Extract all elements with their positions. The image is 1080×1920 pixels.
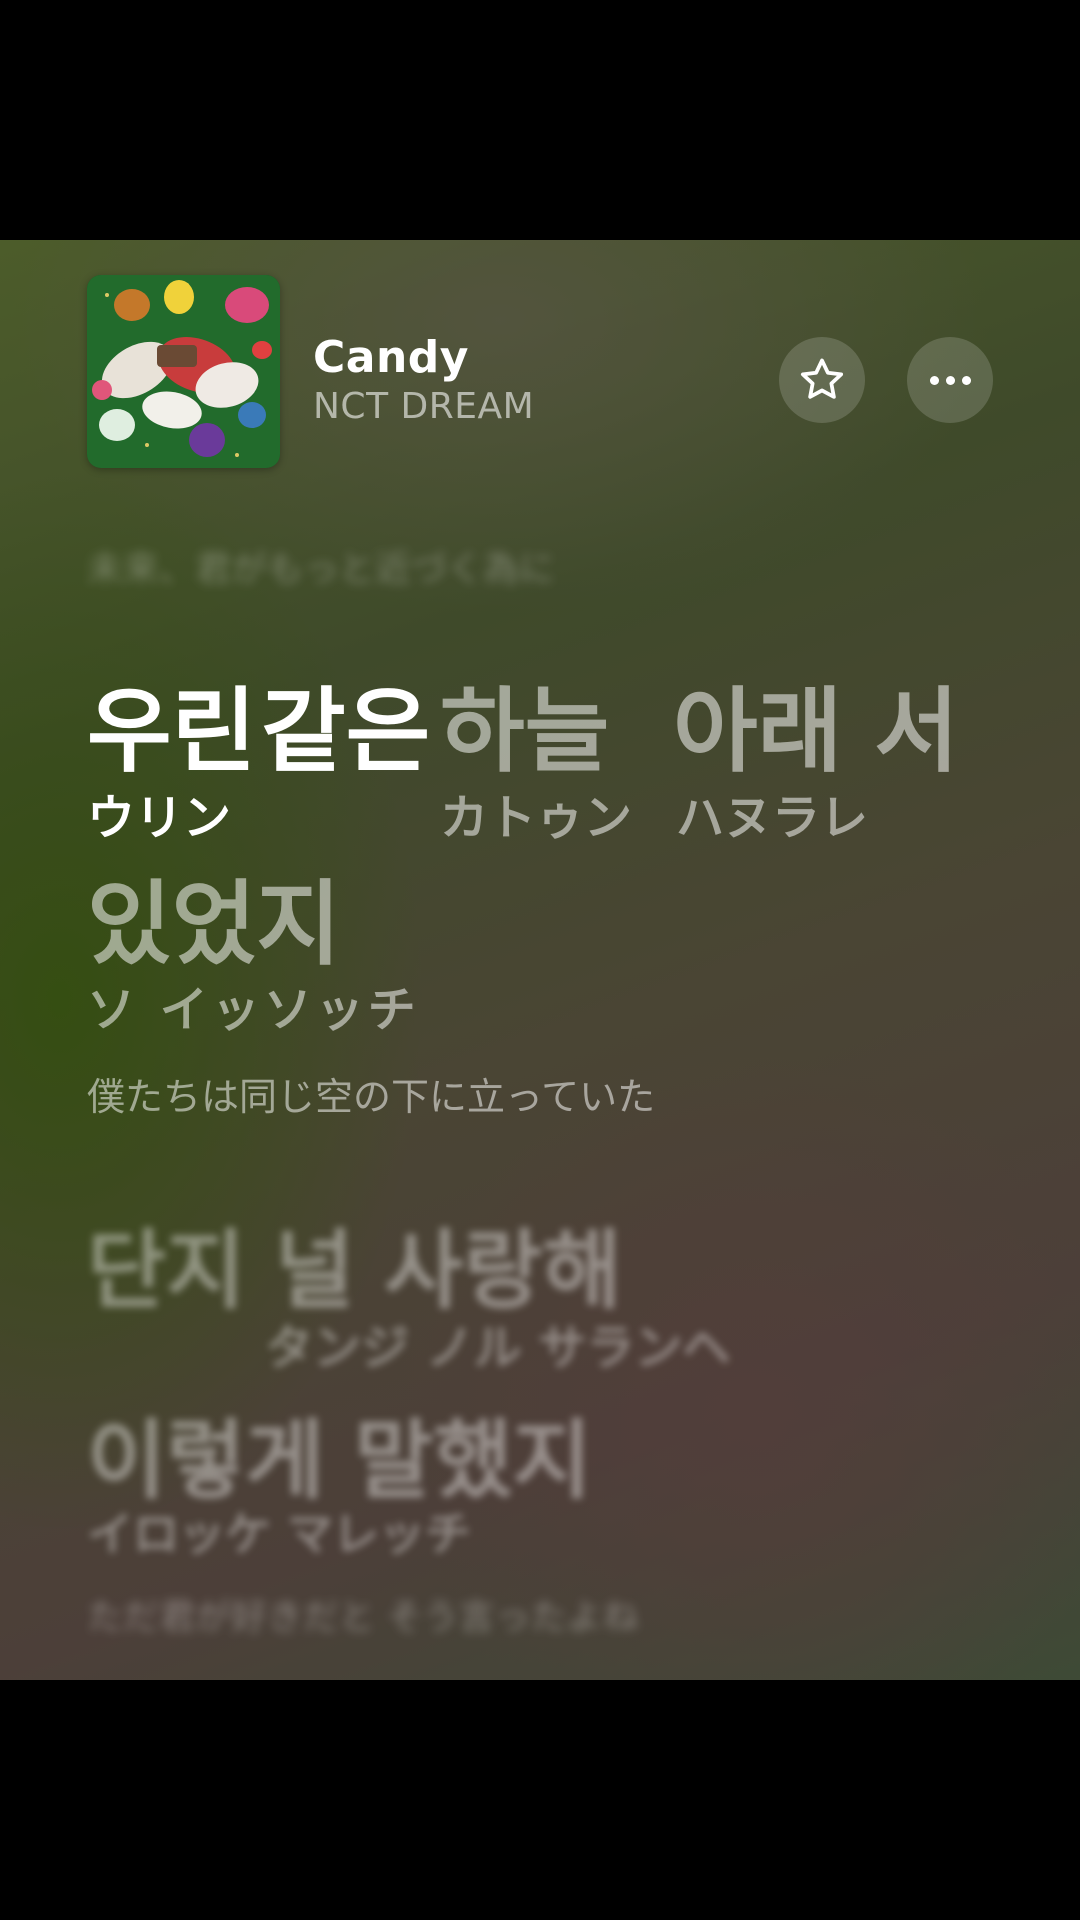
next-lyric-pronunciation: イロッケ マレッチ: [87, 1507, 472, 1561]
lyric-pronunciation: ソ イッソッチ: [87, 982, 420, 1038]
track-artist[interactable]: NCT DREAM: [313, 386, 534, 427]
album-art[interactable]: [87, 275, 280, 468]
next-lyric-line[interactable]: 이렇게 말했지: [87, 1390, 592, 1515]
lyric-pronunciation-active: ウリン: [87, 790, 232, 846]
lyric-pronunciation: ハヌラレ: [676, 790, 869, 846]
next-lyric-translation: ただ君が好きだと そう言ったよね: [87, 1597, 639, 1638]
lyric-word-active[interactable]: 같은: [261, 657, 430, 790]
ellipsis-icon: [929, 375, 971, 385]
next-lyric-pronunciation: タンジ ノル サランヘ: [265, 1320, 731, 1376]
album-art-image: [87, 275, 280, 468]
favorite-button[interactable]: [779, 337, 865, 423]
previous-lyric-translation[interactable]: 未来、君がもっと近づく為に: [87, 540, 555, 592]
lyric-word[interactable]: 아래 서: [673, 657, 959, 790]
lyric-pronunciation: カトゥン: [440, 790, 633, 846]
more-options-button[interactable]: [907, 337, 993, 423]
next-lyric-line[interactable]: 단지 널 사랑해: [87, 1200, 622, 1325]
lyric-word[interactable]: 하늘: [440, 657, 609, 790]
lyric-word-active[interactable]: 우린: [87, 657, 256, 790]
lyric-word[interactable]: 있었지: [87, 850, 341, 983]
track-title: Candy: [313, 332, 469, 383]
lyric-translation: 僕たちは同じ空の下に立っていた: [87, 1075, 656, 1119]
star-icon: [800, 358, 844, 399]
lyrics-screen: Candy NCT DREAM 未来、君がもっと近づく為に 우린 같은 하늘 아…: [0, 240, 1080, 1680]
